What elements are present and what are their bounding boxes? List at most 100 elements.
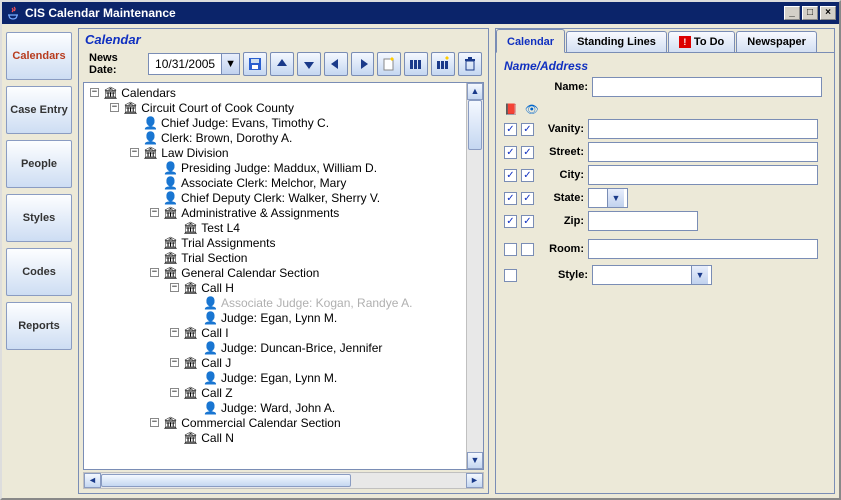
name-input[interactable] [592,77,822,97]
move-down-button[interactable] [297,52,321,76]
tab-to-do[interactable]: !To Do [668,31,735,52]
tree-row[interactable]: −🏛Commercial Calendar Section [86,415,466,430]
tree-row[interactable]: 👤Chief Deputy Clerk: Walker, Sherry V. [86,190,466,205]
tree-row[interactable]: 🏛Call N [86,430,466,445]
style-select[interactable]: ▼ [592,265,712,285]
next-button[interactable] [351,52,375,76]
checkbox[interactable] [504,243,517,256]
sidebar-item-case-entry[interactable]: Case Entry [6,86,72,134]
tree-row[interactable]: −🏛Calendars [86,85,466,100]
tree-row[interactable]: −🏛Call I [86,325,466,340]
collapse-icon[interactable]: − [170,388,179,397]
collapse-icon[interactable]: − [170,328,179,337]
vertical-scrollbar[interactable]: ▲ ▼ [466,83,483,469]
person-alert-icon: 👤 [203,296,218,310]
move-up-button[interactable] [270,52,294,76]
tree-row[interactable]: 👤Associate Clerk: Melchor, Mary [86,175,466,190]
prev-button[interactable] [324,52,348,76]
building-icon: 🏛 [163,236,178,250]
tab-standing-lines[interactable]: Standing Lines [566,31,667,52]
scroll-up-icon[interactable]: ▲ [467,83,483,100]
tree-row[interactable]: −🏛Circuit Court of Cook County [86,100,466,115]
building-icon: 🏛 [163,266,178,280]
collapse-icon[interactable]: − [150,418,159,427]
tree-row[interactable]: −🏛Call H [86,280,466,295]
street-input[interactable] [588,142,818,162]
checkbox[interactable]: ✓ [504,146,517,159]
collapse-icon[interactable]: − [90,88,99,97]
room-input[interactable] [588,239,818,259]
tree-container: −🏛Calendars −🏛Circuit Court of Cook Coun… [83,82,484,470]
city-label: City: [540,169,584,181]
tree-row[interactable]: 👤Judge: Ward, John A. [86,400,466,415]
checkbox[interactable] [521,243,534,256]
export-columns-button[interactable] [431,52,455,76]
tree-row[interactable]: 👤Judge: Duncan-Brice, Jennifer [86,340,466,355]
checkbox[interactable]: ✓ [504,169,517,182]
form-row-name: Name: [504,77,826,97]
sidebar-item-styles[interactable]: Styles [6,194,72,242]
checkbox[interactable]: ✓ [521,169,534,182]
person-icon: 👤 [163,161,178,175]
sidebar-item-calendars[interactable]: Calendars [6,32,72,80]
building-icon: 🏛 [123,101,138,115]
tree-row[interactable]: −🏛Administrative & Assignments [86,205,466,220]
city-input[interactable] [588,165,818,185]
checkbox[interactable]: ✓ [521,215,534,228]
checkbox[interactable]: ✓ [504,192,517,205]
scroll-thumb[interactable] [101,474,351,487]
maximize-button[interactable]: □ [802,6,818,20]
tree-row[interactable]: 🏛Trial Assignments [86,235,466,250]
new-sparkle-button[interactable] [377,52,401,76]
chevron-down-icon[interactable]: ▼ [221,54,239,74]
building-icon: 🏛 [143,146,158,160]
tree-row[interactable]: 👤Judge: Egan, Lynn M. [86,310,466,325]
tree-row[interactable]: −🏛Law Division [86,145,466,160]
collapse-icon[interactable]: − [170,283,179,292]
scroll-right-icon[interactable]: ► [466,473,483,488]
tree-row[interactable]: 👤Judge: Egan, Lynn M. [86,370,466,385]
person-icon: 👤 [203,401,218,415]
tree-row[interactable]: 👤Associate Judge: Kogan, Randye A. [86,295,466,310]
horizontal-scrollbar[interactable]: ◄ ► [83,472,484,489]
tree-row[interactable]: 🏛Test L4 [86,220,466,235]
collapse-icon[interactable]: − [150,208,159,217]
checkbox[interactable]: ✓ [521,123,534,136]
collapse-icon[interactable]: − [130,148,139,157]
zip-input[interactable] [588,211,698,231]
tree-row[interactable]: 👤Chief Judge: Evans, Timothy C. [86,115,466,130]
minimize-button[interactable]: _ [784,6,800,20]
close-button[interactable]: × [820,6,836,20]
collapse-icon[interactable]: − [110,103,119,112]
scroll-thumb[interactable] [468,100,482,150]
scroll-left-icon[interactable]: ◄ [84,473,101,488]
tree-row[interactable]: −🏛Call Z [86,385,466,400]
tree-row[interactable]: −🏛General Calendar Section [86,265,466,280]
checkbox[interactable]: ✓ [504,123,517,136]
checkbox[interactable] [504,269,517,282]
tree-row[interactable]: 👤Presiding Judge: Maddux, William D. [86,160,466,175]
columns-button[interactable] [404,52,428,76]
tree-row[interactable]: −🏛Call J [86,355,466,370]
date-picker[interactable]: 10/31/2005 ▼ [148,53,240,75]
tree-row[interactable]: 👤Clerk: Brown, Dorothy A. [86,130,466,145]
calendar-tree[interactable]: −🏛Calendars −🏛Circuit Court of Cook Coun… [84,83,466,469]
scroll-down-icon[interactable]: ▼ [467,452,483,469]
chevron-down-icon: ▼ [607,189,624,207]
checkbox[interactable]: ✓ [521,192,534,205]
sidebar-item-reports[interactable]: Reports [6,302,72,350]
sidebar-item-people[interactable]: People [6,140,72,188]
vanity-input[interactable] [588,119,818,139]
checkbox[interactable]: ✓ [504,215,517,228]
collapse-icon[interactable]: − [150,268,159,277]
state-select[interactable]: ▼ [588,188,628,208]
tree-row[interactable]: 🏛Trial Section [86,250,466,265]
save-button[interactable] [243,52,267,76]
checkbox[interactable]: ✓ [521,146,534,159]
sidebar-item-codes[interactable]: Codes [6,248,72,296]
collapse-icon[interactable]: − [170,358,179,367]
icon-row: 📕 👁 [504,103,826,116]
delete-button[interactable] [458,52,482,76]
tab-newspaper[interactable]: Newspaper [736,31,817,52]
tab-calendar[interactable]: Calendar [496,29,565,53]
